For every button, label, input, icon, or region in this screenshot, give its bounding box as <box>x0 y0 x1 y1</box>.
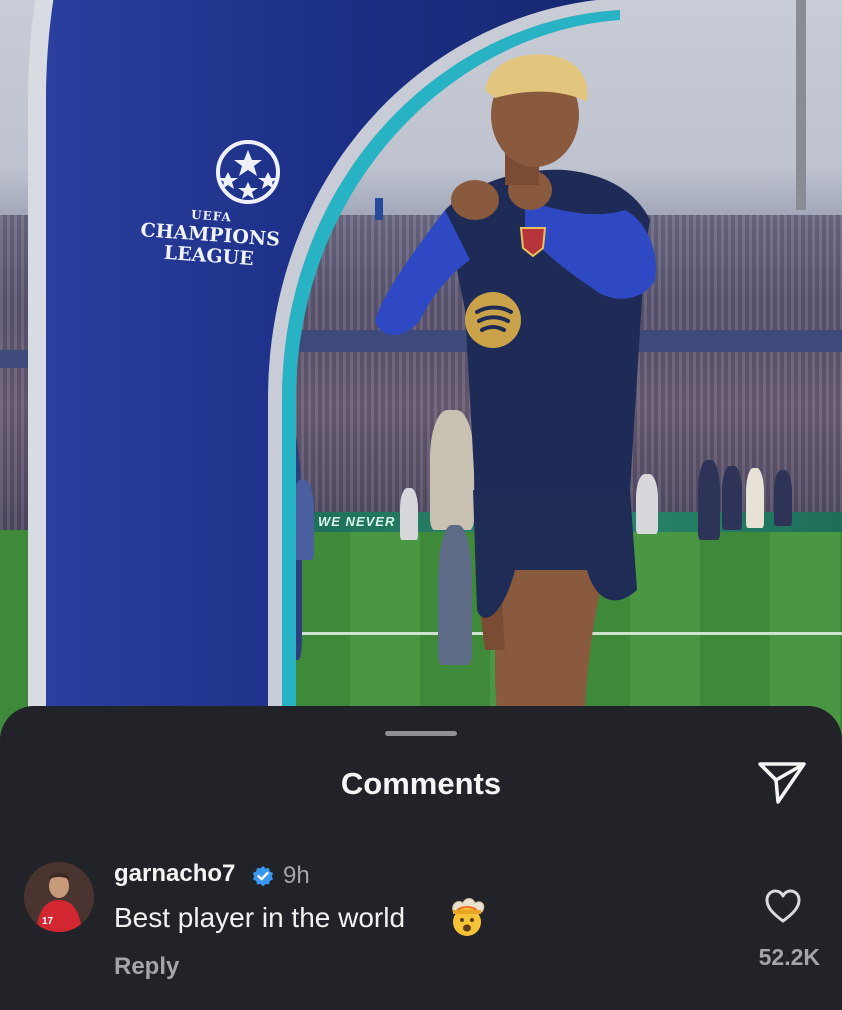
sheet-title: Comments <box>340 766 502 801</box>
background-player <box>746 468 764 528</box>
verified-badge-icon <box>253 866 273 887</box>
avatar-image: 17 <box>24 862 94 932</box>
comment-username[interactable]: garnacho7 <box>114 860 235 888</box>
background-player <box>722 466 742 530</box>
like-count: 52.2K <box>758 944 820 970</box>
comment-text: Best player in the world <box>114 902 406 933</box>
reply-button[interactable]: Reply <box>114 953 179 981</box>
exploding-head-emoji-icon <box>452 898 485 936</box>
svg-text:17: 17 <box>42 916 54 927</box>
background-player <box>698 460 720 540</box>
main-player <box>375 54 656 710</box>
avatar[interactable]: 17 <box>24 862 94 932</box>
heart-outline-icon[interactable] <box>764 888 802 924</box>
ucl-logo-text: UEFA CHAMPIONS LEAGUE <box>128 204 292 271</box>
sheet-drag-handle[interactable] <box>385 731 457 736</box>
floodlight-pole <box>796 0 806 210</box>
post-photo: WE NEVER F UEFA CHAMPIONS LEAGUE <box>0 0 842 760</box>
ucl-starball-icon <box>216 140 280 204</box>
background-player <box>774 470 792 526</box>
comment-time: 9h <box>283 862 310 889</box>
paper-plane-icon[interactable] <box>756 756 808 808</box>
